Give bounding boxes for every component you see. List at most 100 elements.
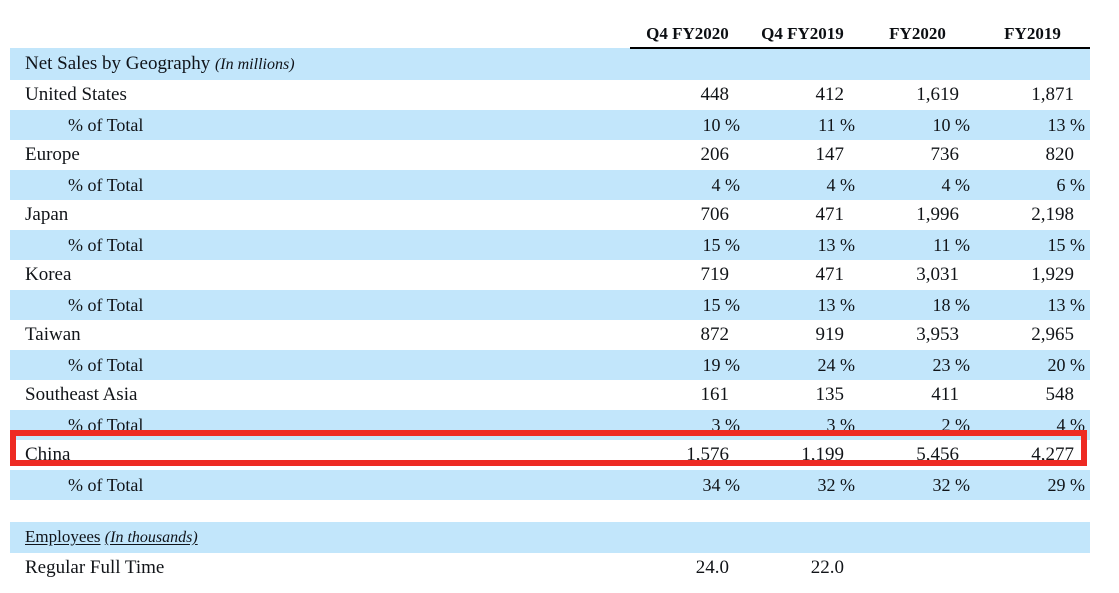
row-value: 5,456 bbox=[860, 440, 975, 470]
row-value: 6 % bbox=[975, 170, 1090, 200]
row-value: 13 % bbox=[745, 290, 860, 320]
row-value: 32 % bbox=[860, 470, 975, 500]
column-header-fy2020: FY2020 bbox=[860, 8, 975, 48]
row-label: % of Total bbox=[10, 410, 630, 440]
row-value: 3 % bbox=[630, 410, 745, 440]
table-row: United States 448 412 1,619 1,871 bbox=[10, 80, 1090, 110]
row-value: 4,277 bbox=[975, 440, 1090, 470]
row-value: 872 bbox=[630, 320, 745, 350]
table-row: Taiwan 872 919 3,953 2,965 bbox=[10, 320, 1090, 350]
row-value: 29 % bbox=[975, 470, 1090, 500]
row-value: 34 % bbox=[630, 470, 745, 500]
table-row: % of Total 3 % 3 % 2 % 4 % bbox=[10, 410, 1090, 440]
row-value: 13 % bbox=[975, 290, 1090, 320]
net-sales-financial-table: Q4 FY2020 Q4 FY2019 FY2020 FY2019 Net Sa… bbox=[10, 8, 1090, 583]
row-value: 10 % bbox=[860, 110, 975, 140]
section-heading-unit: (In millions) bbox=[215, 56, 295, 73]
table-row: Europe 206 147 736 820 bbox=[10, 140, 1090, 170]
section-spacer bbox=[10, 500, 1090, 522]
row-value: 22.0 bbox=[745, 553, 860, 583]
column-header-q4-fy2019: Q4 FY2019 bbox=[745, 8, 860, 48]
row-value: 32 % bbox=[745, 470, 860, 500]
table-row: % of Total 4 % 4 % 4 % 6 % bbox=[10, 170, 1090, 200]
row-value bbox=[860, 553, 975, 583]
row-value: 15 % bbox=[630, 290, 745, 320]
row-value: 471 bbox=[745, 200, 860, 230]
row-label: United States bbox=[10, 80, 630, 110]
row-value: 15 % bbox=[630, 230, 745, 260]
row-value: 706 bbox=[630, 200, 745, 230]
row-value: 18 % bbox=[860, 290, 975, 320]
row-value: 135 bbox=[745, 380, 860, 410]
row-value: 4 % bbox=[745, 170, 860, 200]
row-label: Korea bbox=[10, 260, 630, 290]
row-value: 161 bbox=[630, 380, 745, 410]
row-value: 736 bbox=[860, 140, 975, 170]
row-value: 820 bbox=[975, 140, 1090, 170]
column-header-fy2019: FY2019 bbox=[975, 8, 1090, 48]
section-heading-row-employees: Employees (In thousands) bbox=[10, 522, 1090, 553]
row-value: 15 % bbox=[975, 230, 1090, 260]
row-value: 919 bbox=[745, 320, 860, 350]
row-value: 24 % bbox=[745, 350, 860, 380]
row-value: 11 % bbox=[860, 230, 975, 260]
row-label: % of Total bbox=[10, 110, 630, 140]
row-label: % of Total bbox=[10, 170, 630, 200]
row-value: 206 bbox=[630, 140, 745, 170]
table-header-row: Q4 FY2020 Q4 FY2019 FY2020 FY2019 bbox=[10, 8, 1090, 48]
table-row: % of Total 10 % 11 % 10 % 13 % bbox=[10, 110, 1090, 140]
header-blank-cell bbox=[10, 8, 630, 48]
row-value: 10 % bbox=[630, 110, 745, 140]
row-value: 1,199 bbox=[745, 440, 860, 470]
row-value: 4 % bbox=[975, 410, 1090, 440]
row-value: 13 % bbox=[975, 110, 1090, 140]
row-value: 1,871 bbox=[975, 80, 1090, 110]
row-value: 147 bbox=[745, 140, 860, 170]
table-row: % of Total 15 % 13 % 11 % 15 % bbox=[10, 230, 1090, 260]
row-value: 3,953 bbox=[860, 320, 975, 350]
row-value: 448 bbox=[630, 80, 745, 110]
row-value: 11 % bbox=[745, 110, 860, 140]
row-value: 4 % bbox=[630, 170, 745, 200]
table-row: % of Total 19 % 24 % 23 % 20 % bbox=[10, 350, 1090, 380]
row-label: % of Total bbox=[10, 470, 630, 500]
row-label: Europe bbox=[10, 140, 630, 170]
row-label: Japan bbox=[10, 200, 630, 230]
row-value: 548 bbox=[975, 380, 1090, 410]
row-label: Southeast Asia bbox=[10, 380, 630, 410]
section-heading-text: Employees bbox=[25, 527, 101, 546]
row-label: China bbox=[10, 440, 630, 470]
row-value: 2,965 bbox=[975, 320, 1090, 350]
table-row: % of Total 15 % 13 % 18 % 13 % bbox=[10, 290, 1090, 320]
section-heading-unit: (In thousands) bbox=[105, 529, 198, 546]
row-value: 411 bbox=[860, 380, 975, 410]
row-value: 24.0 bbox=[630, 553, 745, 583]
section-heading-net-sales: Net Sales by Geography (In millions) bbox=[10, 48, 1090, 80]
row-value: 1,576 bbox=[630, 440, 745, 470]
table-row: Korea 719 471 3,031 1,929 bbox=[10, 260, 1090, 290]
row-value: 2 % bbox=[860, 410, 975, 440]
row-value bbox=[975, 553, 1090, 583]
row-value: 4 % bbox=[860, 170, 975, 200]
row-label: % of Total bbox=[10, 290, 630, 320]
row-value: 1,929 bbox=[975, 260, 1090, 290]
row-label: Regular Full Time bbox=[10, 553, 630, 583]
row-value: 412 bbox=[745, 80, 860, 110]
financial-table-sheet: Q4 FY2020 Q4 FY2019 FY2020 FY2019 Net Sa… bbox=[0, 0, 1119, 593]
section-heading-text: Net Sales by Geography bbox=[25, 53, 210, 74]
row-value: 20 % bbox=[975, 350, 1090, 380]
row-value: 719 bbox=[630, 260, 745, 290]
table-row: Southeast Asia 161 135 411 548 bbox=[10, 380, 1090, 410]
row-value: 13 % bbox=[745, 230, 860, 260]
row-label: Taiwan bbox=[10, 320, 630, 350]
row-value: 23 % bbox=[860, 350, 975, 380]
row-value: 471 bbox=[745, 260, 860, 290]
table-row: Japan 706 471 1,996 2,198 bbox=[10, 200, 1090, 230]
section-heading-row-net-sales: Net Sales by Geography (In millions) bbox=[10, 48, 1090, 80]
section-spacer-row bbox=[10, 500, 1090, 522]
section-heading-employees: Employees (In thousands) bbox=[10, 522, 1090, 553]
row-label: % of Total bbox=[10, 350, 630, 380]
row-value: 3 % bbox=[745, 410, 860, 440]
row-label: % of Total bbox=[10, 230, 630, 260]
row-value: 2,198 bbox=[975, 200, 1090, 230]
